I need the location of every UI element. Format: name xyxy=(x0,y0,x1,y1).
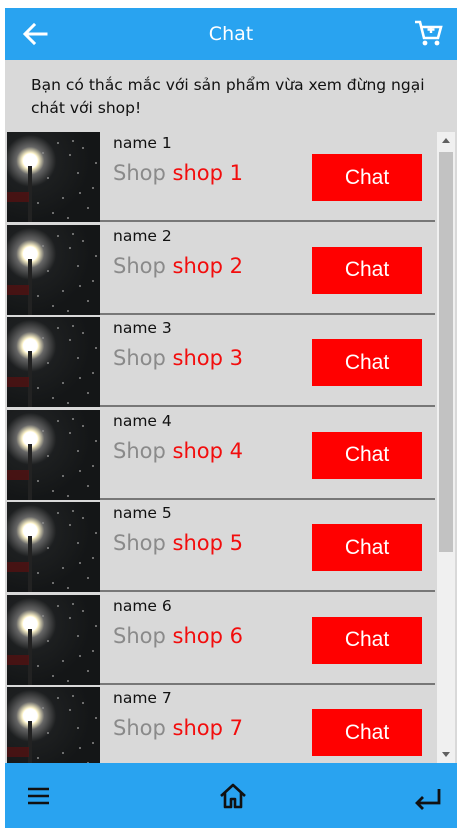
shop-name: shop 4 xyxy=(172,438,243,463)
shop-thumbnail xyxy=(7,224,100,315)
arrow-left-icon[interactable] xyxy=(21,20,49,48)
shop-name: shop 7 xyxy=(172,716,243,740)
shop-thumbnail xyxy=(7,317,100,407)
item-name: name 2 xyxy=(113,226,172,245)
chat-button[interactable]: Chat xyxy=(312,246,422,294)
shop-line: Shop shop 4 xyxy=(113,439,243,463)
item-name: name 7 xyxy=(113,689,172,707)
shop-name: shop 2 xyxy=(172,253,243,278)
shop-label: Shop xyxy=(113,253,166,278)
item-name: name 5 xyxy=(113,504,172,522)
list-scrollbar[interactable] xyxy=(437,132,455,763)
shop-line: Shop shop 2 xyxy=(113,254,243,278)
list-item[interactable]: name 6 Shop shop 6 Chat xyxy=(7,594,435,685)
shop-label: Shop xyxy=(113,346,166,370)
shop-line: Shop shop 5 xyxy=(113,531,243,555)
item-name: name 1 xyxy=(113,134,172,152)
list-item[interactable]: name 7 Shop shop 7 Chat xyxy=(7,687,435,763)
shop-label: Shop xyxy=(113,438,166,463)
shop-line: Shop shop 3 xyxy=(113,346,243,370)
list-item[interactable]: name 4 Shop shop 4 Chat xyxy=(7,409,435,500)
shop-label: Shop xyxy=(113,161,166,185)
list-item[interactable]: name 5 Shop shop 5 Chat xyxy=(7,502,435,592)
shop-name: shop 6 xyxy=(172,623,243,648)
scroll-up-arrow-icon[interactable] xyxy=(442,138,450,143)
page-title: Chat xyxy=(208,23,254,45)
chat-button[interactable]: Chat xyxy=(312,709,422,756)
scroll-down-arrow-icon[interactable] xyxy=(442,752,450,757)
shop-label: Shop xyxy=(113,716,166,740)
list-item[interactable]: name 3 Shop shop 3 Chat xyxy=(7,317,435,407)
top-app-bar: Chat xyxy=(5,8,457,60)
chat-button[interactable]: Chat xyxy=(312,154,422,201)
item-name: name 4 xyxy=(113,411,172,430)
list-item[interactable]: name 1 Shop shop 1 Chat xyxy=(7,132,435,222)
shop-list[interactable]: name 1 Shop shop 1 Chat name 2 Shop shop 2 Ch… xyxy=(5,132,457,763)
shop-label: Shop xyxy=(113,531,166,555)
bottom-nav-bar xyxy=(5,763,457,828)
shop-label: Shop xyxy=(113,623,166,648)
chat-button[interactable]: Chat xyxy=(312,339,422,386)
shop-thumbnail xyxy=(7,502,100,592)
chat-button[interactable]: Chat xyxy=(312,431,422,479)
shop-name: shop 1 xyxy=(172,161,243,185)
shop-name: shop 5 xyxy=(172,531,243,555)
chat-screen: Chat Bạn có thắc mắc với sản phẩm vừa xe… xyxy=(5,8,457,828)
shop-thumbnail xyxy=(7,132,100,222)
item-name: name 3 xyxy=(113,319,172,337)
shop-line: Shop shop 7 xyxy=(113,716,243,740)
shop-thumbnail xyxy=(7,594,100,685)
shop-name: shop 3 xyxy=(172,346,243,370)
chat-button[interactable]: Chat xyxy=(312,616,422,664)
scrollbar-thumb[interactable] xyxy=(439,152,453,552)
chat-button[interactable]: Chat xyxy=(312,524,422,571)
shop-line: Shop shop 6 xyxy=(113,624,243,648)
item-name: name 6 xyxy=(113,596,172,615)
list-item[interactable]: name 2 Shop shop 2 Chat xyxy=(7,224,435,315)
shop-thumbnail xyxy=(7,687,100,763)
chat-notice: Bạn có thắc mắc với sản phẩm vừa xem đừn… xyxy=(31,76,425,117)
hamburger-menu-icon[interactable] xyxy=(24,781,54,811)
shopping-cart-icon[interactable] xyxy=(413,18,443,48)
shop-thumbnail xyxy=(7,409,100,500)
shop-line: Shop shop 1 xyxy=(113,161,243,185)
home-icon[interactable] xyxy=(218,781,248,811)
return-icon[interactable] xyxy=(413,781,443,811)
